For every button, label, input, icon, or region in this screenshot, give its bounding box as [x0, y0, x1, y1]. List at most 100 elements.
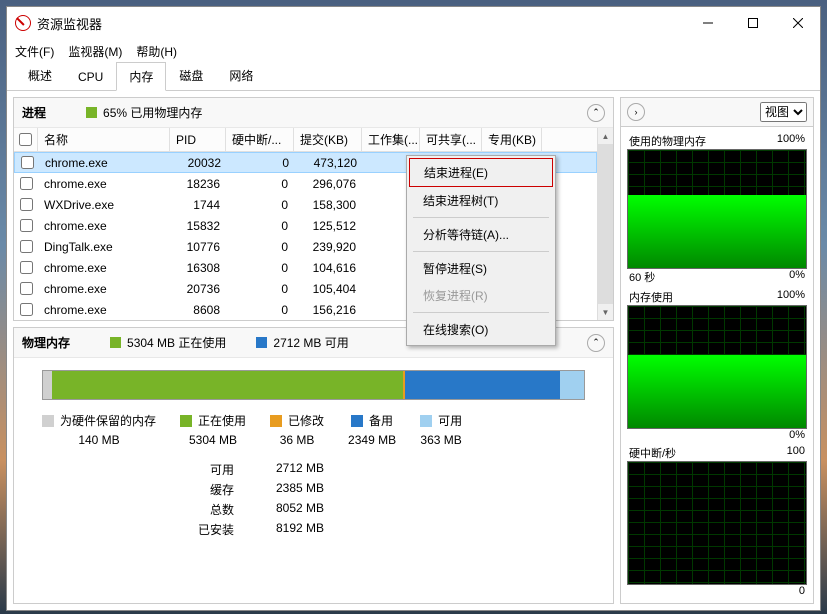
membar-segment: [560, 371, 584, 399]
collapse-button[interactable]: ⌃: [587, 104, 605, 122]
view-select[interactable]: 视图: [760, 102, 807, 122]
col-shareable[interactable]: 可共享(...: [420, 128, 482, 151]
tab-cpu[interactable]: CPU: [65, 64, 116, 90]
row-checkbox[interactable]: [20, 198, 33, 211]
tab-network[interactable]: 网络: [216, 61, 266, 90]
collapse-button[interactable]: ⌃: [587, 334, 605, 352]
row-checkbox[interactable]: [20, 261, 33, 274]
processes-title: 进程: [22, 104, 46, 121]
graph-max: 100%: [777, 133, 805, 149]
header-checkbox[interactable]: [14, 128, 38, 151]
window-buttons: [685, 8, 820, 38]
legend-label: 为硬件保留的内存: [60, 412, 156, 429]
col-private[interactable]: 专用(KB): [482, 128, 542, 151]
graph-title: 使用的物理内存: [629, 133, 706, 149]
tab-memory[interactable]: 内存: [116, 62, 166, 91]
row-checkbox[interactable]: [20, 240, 33, 253]
cell-pid: 10776: [170, 240, 226, 254]
row-checkbox[interactable]: [20, 177, 33, 190]
ctx-analyze-wait[interactable]: 分析等待链(A)...: [409, 221, 553, 248]
cell-pid: 20736: [170, 282, 226, 296]
graphs-container: 使用的物理内存100% 60 秒0%内存使用100% 0%硬中断/秒100 0: [620, 127, 814, 604]
graph-foot-right: 0: [799, 585, 805, 597]
swatch: [42, 415, 54, 427]
cell-pid: 16308: [170, 261, 226, 275]
expand-right-button[interactable]: ›: [627, 103, 645, 121]
summary-value: 2385 MB: [254, 481, 324, 501]
cell-name: chrome.exe: [38, 303, 170, 317]
row-checkbox[interactable]: [20, 303, 33, 316]
summary-key: 可用: [194, 461, 234, 481]
titlebar: 资源监视器: [7, 7, 820, 39]
scroll-down-button[interactable]: ▼: [598, 304, 613, 320]
col-workingset[interactable]: 工作集(...: [362, 128, 420, 151]
cell-pid: 1744: [170, 198, 226, 212]
legend-label: 已修改: [288, 412, 324, 429]
minimize-button[interactable]: [685, 8, 730, 38]
graph-title: 硬中断/秒: [629, 445, 676, 461]
ctx-suspend[interactable]: 暂停进程(S): [409, 255, 553, 282]
ctx-end-tree[interactable]: 结束进程树(T): [409, 187, 553, 214]
ctx-resume[interactable]: 恢复进程(R): [409, 282, 553, 309]
tabbar: 概述 CPU 内存 磁盘 网络: [7, 63, 820, 91]
close-button[interactable]: [775, 8, 820, 38]
physical-memory-panel: 物理内存 5304 MB 正在使用 2712 MB 可用 ⌃ 为硬件保留的内存1…: [13, 327, 614, 604]
cell-hard: 0: [226, 219, 294, 233]
ctx-end-process[interactable]: 结束进程(E): [409, 158, 553, 187]
row-checkbox[interactable]: [21, 156, 34, 169]
right-header: › 视图: [620, 97, 814, 127]
col-pid[interactable]: PID: [170, 128, 226, 151]
cell-hard: 0: [227, 156, 295, 170]
menu-file[interactable]: 文件(F): [15, 43, 54, 60]
summary-key: 已安装: [194, 521, 234, 541]
avail-indicator: [256, 337, 267, 348]
ctx-search-online[interactable]: 在线搜索(O): [409, 316, 553, 343]
row-checkbox[interactable]: [20, 282, 33, 295]
memory-legend: 为硬件保留的内存140 MB正在使用5304 MB已修改36 MB备用2349 …: [14, 412, 613, 453]
tab-overview[interactable]: 概述: [15, 61, 65, 90]
physmem-title: 物理内存: [22, 334, 70, 351]
legend-value: 36 MB: [280, 433, 315, 447]
legend-value: 5304 MB: [189, 433, 237, 447]
summary-value: 2712 MB: [254, 461, 324, 481]
cell-pid: 15832: [170, 219, 226, 233]
graph-box: 内存使用100% 0%: [627, 289, 807, 441]
graph-title: 内存使用: [629, 289, 673, 305]
vertical-scrollbar[interactable]: ▲ ▼: [597, 128, 613, 320]
graph-canvas: [627, 305, 807, 429]
legend-label: 可用: [438, 412, 462, 429]
avail-text: 2712 MB 可用: [273, 334, 348, 351]
separator: [413, 217, 549, 218]
col-hardfaults[interactable]: 硬中断/...: [226, 128, 294, 151]
maximize-button[interactable]: [730, 8, 775, 38]
legend-value: 2349 MB: [348, 433, 396, 447]
processes-header: 进程 65% 已用物理内存 ⌃: [14, 98, 613, 128]
legend-item: 已修改 36 MB: [270, 412, 324, 447]
swatch: [270, 415, 282, 427]
menu-help[interactable]: 帮助(H): [136, 43, 177, 60]
cell-commit: 158,300: [294, 198, 362, 212]
app-icon: [15, 15, 31, 31]
cell-commit: 104,616: [294, 261, 362, 275]
col-commit[interactable]: 提交(KB): [294, 128, 362, 151]
scroll-track[interactable]: [598, 144, 613, 304]
graph-box: 硬中断/秒100 0: [627, 445, 807, 597]
legend-item: 备用2349 MB: [348, 412, 396, 447]
col-name[interactable]: 名称: [38, 128, 170, 151]
cell-name: chrome.exe: [38, 177, 170, 191]
tab-disk[interactable]: 磁盘: [166, 61, 216, 90]
cell-name: chrome.exe: [38, 219, 170, 233]
cell-commit: 125,512: [294, 219, 362, 233]
legend-item: 为硬件保留的内存140 MB: [42, 412, 156, 447]
right-column: › 视图 使用的物理内存100% 60 秒0%内存使用100% 0%硬中断/秒1…: [620, 97, 814, 604]
row-checkbox[interactable]: [20, 219, 33, 232]
cell-commit: 239,920: [294, 240, 362, 254]
summary-value: 8192 MB: [254, 521, 324, 541]
summary-key: 缓存: [194, 481, 234, 501]
cell-name: chrome.exe: [38, 282, 170, 296]
cell-name: chrome.exe: [39, 156, 171, 170]
cell-pid: 18236: [170, 177, 226, 191]
scroll-up-button[interactable]: ▲: [598, 128, 613, 144]
window-title: 资源监视器: [37, 14, 685, 33]
menu-monitor[interactable]: 监视器(M): [68, 43, 122, 60]
